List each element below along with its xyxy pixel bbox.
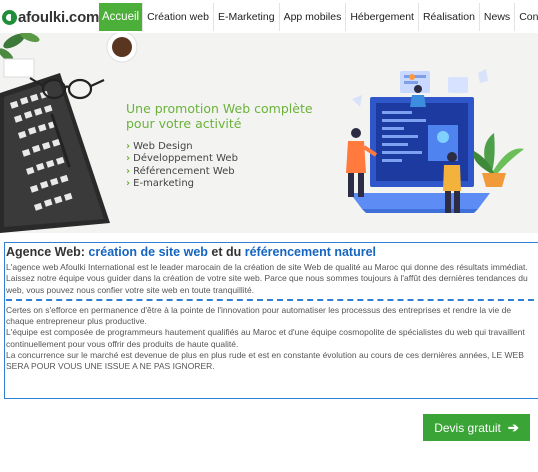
nav-item-news[interactable]: News <box>480 3 516 31</box>
logo-domain: .com <box>64 8 100 26</box>
service-label: E-marketing <box>133 177 195 189</box>
chevron-right-icon: › <box>126 165 131 177</box>
main-nav: Accueil Création web E-Marketing App mob… <box>99 3 538 31</box>
hero-title: Une promotion Web complète pour votre ac… <box>126 101 313 131</box>
nav-item-accueil[interactable]: Accueil <box>99 3 144 31</box>
hero-title-line2: pour votre activité <box>126 116 242 131</box>
heading-link-referencement[interactable]: référencement naturel <box>245 245 376 259</box>
nav-item-contact[interactable]: Contact <box>515 3 538 31</box>
logo-text: afoulki <box>18 8 65 26</box>
plant-icon <box>0 33 40 78</box>
service-item: › Développement Web <box>126 153 238 165</box>
heading-mid: et du <box>207 245 245 259</box>
site-logo[interactable]: afoulki .com <box>2 6 99 28</box>
nav-item-realisation[interactable]: Réalisation <box>419 3 480 31</box>
heading-link-creation[interactable]: création de site web <box>88 245 207 259</box>
intro-paragraph-2: Certes on s'efforce en permanence d'être… <box>6 304 512 327</box>
hero-services-list: › Web Design › Développement Web › Référenc… <box>126 141 238 190</box>
service-label: Web Design <box>133 141 193 152</box>
hero-illustration <box>0 33 524 233</box>
potted-plant-icon <box>473 133 524 187</box>
heading-prefix: Agence Web: <box>6 245 89 259</box>
chevron-right-icon: › <box>126 153 131 165</box>
arrow-right-icon: ➔ <box>507 419 519 435</box>
intro-paragraph-4: La concurrence sur le marché est devenue… <box>6 350 524 372</box>
intro-heading: Agence Web: création de site web et du r… <box>6 245 538 259</box>
hero-title-line1: Une promotion Web complète <box>126 101 313 116</box>
service-item: › Référencement Web <box>126 166 238 178</box>
devis-gratuit-button[interactable]: Devis gratuit ➔ <box>423 414 530 441</box>
service-item: › Web Design <box>126 141 238 153</box>
chevron-right-icon: › <box>126 177 131 189</box>
nav-item-creation-web[interactable]: Création web <box>143 3 214 31</box>
service-label: Référencement Web <box>133 165 235 177</box>
intro-paragraph-3: L'équipe est composée de programmeurs ha… <box>6 327 525 349</box>
intro-paragraph-1: L'agence web Afoulki International est l… <box>6 262 528 295</box>
service-label: Développement Web <box>133 153 238 165</box>
nav-item-e-marketing[interactable]: E-Marketing <box>214 3 280 31</box>
hero-banner: Une promotion Web complète pour votre ac… <box>0 33 538 233</box>
chevron-right-icon: › <box>126 141 131 152</box>
intro-section: Agence Web: création de site web et du r… <box>4 242 538 399</box>
devis-label: Devis gratuit <box>434 420 501 435</box>
nav-item-hebergement[interactable]: Hébergement <box>346 3 419 31</box>
service-item: › E-marketing <box>126 178 238 190</box>
dashed-divider <box>6 298 534 301</box>
site-header: afoulki .com Accueil Création web E-Marke… <box>0 0 538 34</box>
logo-mark-icon <box>2 9 17 25</box>
nav-item-app-mobiles[interactable]: App mobiles <box>280 3 347 31</box>
coffee-cup-icon <box>106 33 138 63</box>
